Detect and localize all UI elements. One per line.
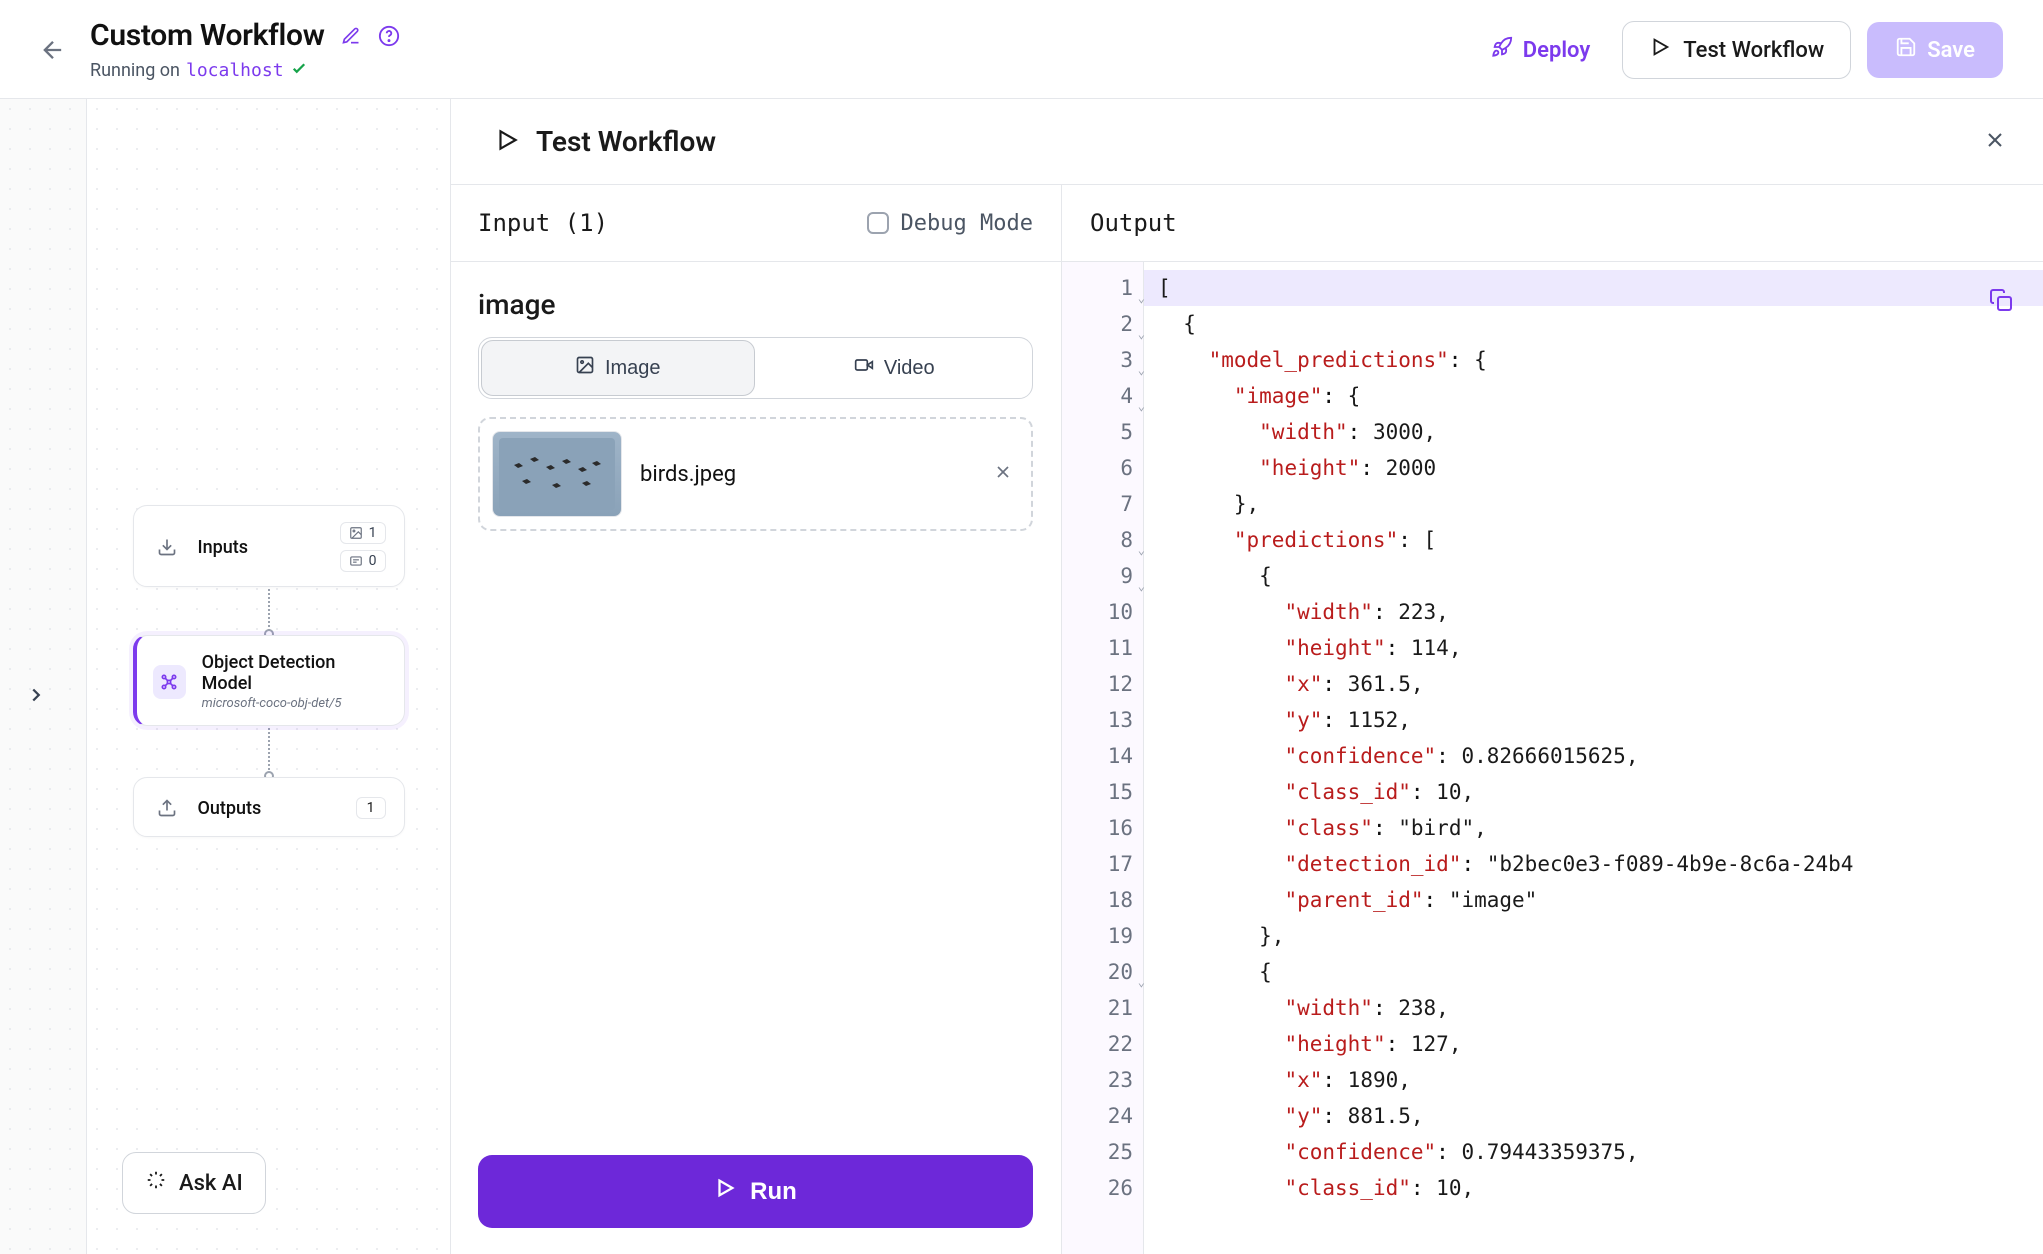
sparkle-icon [145, 1169, 167, 1197]
image-icon [575, 355, 595, 381]
tab-image-label: Image [605, 357, 661, 380]
help-icon[interactable] [377, 24, 401, 48]
save-label: Save [1927, 38, 1975, 63]
model-icon [153, 665, 186, 699]
ask-ai-label: Ask AI [179, 1171, 243, 1196]
node-outputs[interactable]: Outputs 1 [133, 777, 405, 837]
image-count-badge: 1 [340, 522, 386, 544]
expand-sidebar-button[interactable] [18, 677, 54, 713]
play-icon [714, 1177, 736, 1206]
close-button[interactable] [1983, 128, 2007, 156]
play-icon [1649, 36, 1671, 64]
node-model[interactable]: Object Detection Model microsoft-coco-ob… [133, 635, 405, 726]
video-icon [854, 355, 874, 381]
node-outputs-label: Outputs [198, 798, 262, 819]
back-button[interactable] [38, 35, 68, 65]
page-title: Custom Workflow [90, 18, 325, 53]
edit-icon[interactable] [339, 24, 363, 48]
run-label: Run [750, 1178, 797, 1206]
test-label: Test Workflow [1683, 38, 1824, 63]
code-output: [ { "model_predictions": { "image": { "w… [1144, 262, 2043, 1254]
outputs-count-badge: 1 [356, 797, 386, 819]
deploy-button[interactable]: Deploy [1475, 28, 1606, 72]
deploy-label: Deploy [1523, 38, 1590, 63]
host-label: localhost [186, 60, 284, 81]
code-gutter: 1⌄2⌄3⌄4⌄5678⌄9⌄1011121314151617181920⌄21… [1062, 262, 1144, 1254]
node-inputs-label: Inputs [198, 537, 249, 558]
play-icon [494, 127, 520, 157]
running-on-label: Running on [90, 60, 180, 81]
run-button[interactable]: Run [478, 1155, 1033, 1228]
file-name: birds.jpeg [640, 462, 736, 487]
node-model-sublabel: microsoft-coco-obj-det/5 [202, 696, 386, 711]
file-dropzone[interactable]: birds.jpeg [478, 417, 1033, 531]
test-panel-title: Test Workflow [536, 125, 716, 158]
tab-video[interactable]: Video [759, 340, 1031, 396]
check-icon [290, 59, 308, 82]
field-label-image: image [478, 288, 1033, 321]
save-button[interactable]: Save [1867, 22, 2003, 78]
node-model-label: Object Detection Model [202, 652, 386, 694]
node-inputs[interactable]: Inputs 1 0 [133, 505, 405, 587]
remove-file-button[interactable] [987, 456, 1019, 492]
copy-button[interactable] [1985, 284, 2017, 316]
output-title: Output [1062, 185, 2043, 262]
debug-mode-toggle[interactable]: Debug Mode [867, 211, 1033, 236]
download-icon [152, 532, 182, 562]
tab-video-label: Video [884, 357, 935, 380]
ask-ai-button[interactable]: Ask AI [122, 1152, 266, 1214]
text-count-badge: 0 [340, 550, 386, 572]
tab-image[interactable]: Image [481, 340, 755, 396]
test-workflow-button[interactable]: Test Workflow [1622, 21, 1851, 79]
input-title: Input (1) [478, 209, 608, 237]
file-thumbnail [492, 431, 622, 517]
debug-checkbox[interactable] [867, 212, 889, 234]
save-icon [1895, 36, 1917, 64]
debug-label: Debug Mode [901, 211, 1033, 236]
upload-icon [152, 793, 182, 823]
rocket-icon [1491, 36, 1513, 64]
